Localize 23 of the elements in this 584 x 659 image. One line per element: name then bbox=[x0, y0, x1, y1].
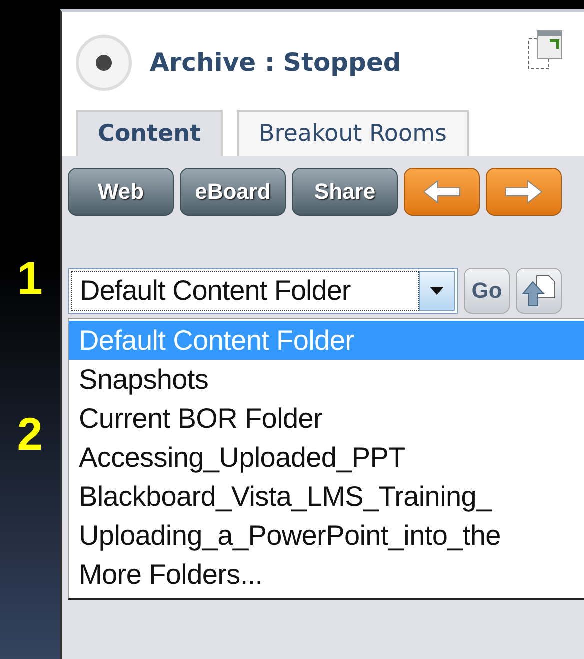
caret-icon bbox=[430, 286, 444, 294]
previous-button[interactable] bbox=[404, 168, 480, 216]
tab[interactable]: Content bbox=[76, 110, 224, 156]
archive-status-title: Archive : Stopped bbox=[150, 47, 402, 80]
right-arrow-icon bbox=[504, 180, 544, 204]
dropdown-option[interactable]: Snapshots bbox=[69, 360, 584, 398]
step-number: 1 bbox=[17, 255, 43, 301]
upload-button[interactable] bbox=[516, 268, 562, 314]
step-number: 2 bbox=[17, 411, 43, 457]
dropdown-option[interactable]: Current BOR Folder bbox=[69, 398, 584, 438]
dropdown-option[interactable]: More Folders... bbox=[69, 554, 584, 594]
tab[interactable]: Breakout Rooms bbox=[237, 110, 469, 156]
next-button[interactable] bbox=[486, 168, 562, 216]
toolbar-button[interactable]: eBoard bbox=[180, 168, 286, 216]
go-button[interactable]: Go bbox=[464, 268, 510, 314]
folder-dropdown[interactable]: Default Content Folder bbox=[68, 268, 458, 314]
upload-arrow-icon bbox=[521, 274, 557, 308]
dropdown-option[interactable]: Uploading_a_PowerPoint_into_the bbox=[69, 516, 584, 554]
toolbar-button[interactable]: Web bbox=[68, 168, 174, 216]
left-arrow-icon bbox=[422, 180, 462, 204]
dropdown-option[interactable]: Blackboard_Vista_LMS_Training_ bbox=[69, 476, 584, 516]
toolbar-button[interactable]: Share bbox=[292, 168, 398, 216]
dropdown-option[interactable]: Accessing_Uploaded_PPT bbox=[69, 438, 584, 476]
